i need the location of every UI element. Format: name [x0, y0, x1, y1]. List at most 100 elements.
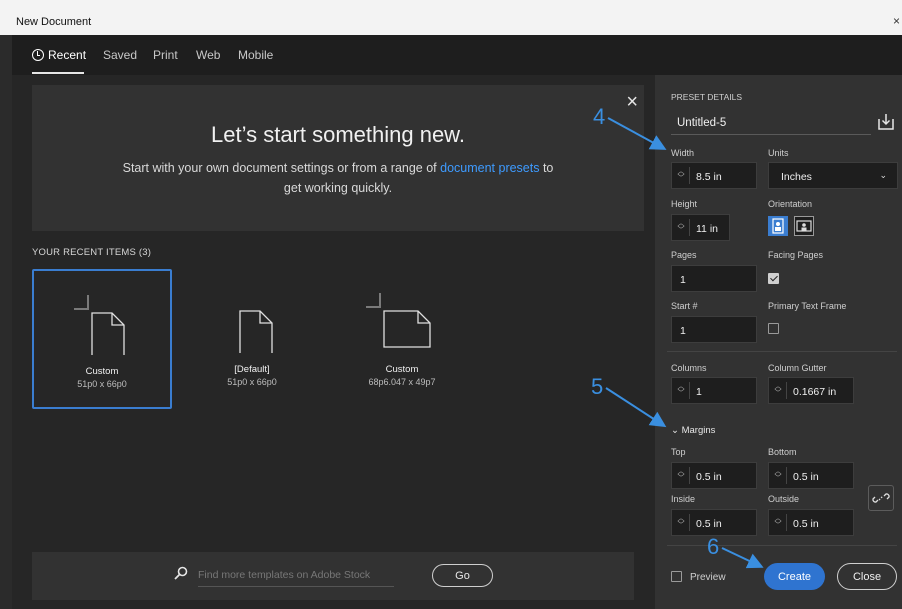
- stepper-icon[interactable]: ︿ ﹀: [774, 515, 782, 529]
- units-dropdown[interactable]: Inches ⌄: [768, 162, 898, 189]
- recent-item-name: [Default]: [234, 364, 270, 375]
- facing-pages-checkbox[interactable]: [768, 273, 779, 284]
- columns-value: 1: [696, 386, 702, 398]
- preset-name-field[interactable]: Untitled-5: [671, 109, 871, 135]
- chevron-down-icon: ⌄: [879, 170, 887, 180]
- margins-toggle[interactable]: ⌄ Margins: [671, 425, 715, 436]
- bottom-margin-value: 0.5 in: [793, 471, 819, 483]
- preset-details-panel: PRESET DETAILS Untitled-5 Width ︿ ﹀ 8.5 i…: [655, 75, 902, 609]
- units-value: Inches: [781, 171, 812, 183]
- recent-item-card[interactable]: [Default] 51p0 x 66p0: [182, 269, 322, 409]
- columns-field[interactable]: ︿ ﹀ 1: [671, 377, 757, 404]
- link-margins-button[interactable]: [868, 485, 894, 511]
- divider: [667, 351, 897, 352]
- columns-label: Columns: [671, 363, 707, 373]
- stepper-icon[interactable]: ︿ ﹀: [677, 220, 685, 234]
- top-margin-field[interactable]: ︿ ﹀ 0.5 in: [671, 462, 757, 489]
- stepper-icon[interactable]: ︿ ﹀: [774, 383, 782, 397]
- save-preset-icon[interactable]: [877, 113, 895, 131]
- stepper-icon[interactable]: ︿ ﹀: [677, 168, 685, 182]
- field-divider: [786, 382, 787, 399]
- close-button[interactable]: Close: [837, 563, 897, 590]
- primary-text-frame-checkbox[interactable]: [768, 323, 779, 334]
- outside-margin-field[interactable]: ︿ ﹀ 0.5 in: [768, 509, 854, 536]
- banner-close-button[interactable]: ×: [626, 91, 638, 114]
- tab-saved[interactable]: Saved: [103, 48, 137, 62]
- stock-search-input[interactable]: [198, 563, 394, 587]
- banner-text-start: Start with your own document settings or…: [122, 161, 441, 175]
- tab-recent[interactable]: Recent: [32, 48, 86, 62]
- inside-margin-field[interactable]: ︿ ﹀ 0.5 in: [671, 509, 757, 536]
- recent-item-name: Custom: [85, 366, 119, 377]
- recent-item-name: Custom: [385, 364, 419, 375]
- start-number-field[interactable]: 1: [671, 316, 757, 343]
- start-number-value: 1: [680, 325, 686, 337]
- preview-label: Preview: [690, 572, 726, 583]
- field-divider: [786, 514, 787, 531]
- recent-item-size: 68p6.047 x 49p7: [368, 377, 436, 387]
- document-presets-link[interactable]: document presets: [440, 161, 539, 175]
- document-icon: [74, 295, 134, 358]
- margins-label: Margins: [681, 425, 716, 436]
- top-margin-label: Top: [671, 447, 686, 457]
- callout-number: 4: [593, 104, 606, 129]
- callout-number: 5: [591, 374, 604, 399]
- bottom-margin-field[interactable]: ︿ ﹀ 0.5 in: [768, 462, 854, 489]
- tab-mobile[interactable]: Mobile: [238, 48, 273, 62]
- chevron-down-icon: ⌄: [671, 425, 679, 436]
- callout-number: 6: [707, 534, 720, 559]
- preview-option[interactable]: Preview: [671, 571, 726, 583]
- inside-margin-value: 0.5 in: [696, 518, 722, 530]
- recent-items-heading: YOUR RECENT ITEMS (3): [32, 247, 151, 258]
- outside-margin-label: Outside: [768, 494, 800, 504]
- primary-text-frame-label: Primary Text Frame: [768, 301, 847, 311]
- outside-margin-value: 0.5 in: [793, 518, 819, 530]
- recent-item-size: 51p0 x 66p0: [77, 379, 127, 389]
- pages-field[interactable]: 1: [671, 265, 757, 292]
- banner-text: Start with your own document settings or…: [32, 158, 644, 198]
- document-icon: [222, 293, 282, 356]
- facing-pages-label: Facing Pages: [768, 250, 824, 260]
- landscape-icon: [796, 220, 812, 232]
- field-divider: [786, 467, 787, 484]
- column-gutter-field[interactable]: ︿ ﹀ 0.1667 in: [768, 377, 854, 404]
- stepper-icon[interactable]: ︿ ﹀: [677, 383, 685, 397]
- pages-label: Pages: [671, 250, 697, 260]
- landscape-orientation-button[interactable]: [794, 216, 814, 236]
- stepper-icon[interactable]: ︿ ﹀: [677, 515, 685, 529]
- left-pane: × Let’s start something new. Start with …: [12, 75, 655, 609]
- pages-value: 1: [680, 274, 686, 286]
- banner-text-to: to: [539, 161, 554, 175]
- field-divider: [689, 467, 690, 484]
- units-label: Units: [768, 148, 789, 158]
- column-gutter-label: Column Gutter: [768, 363, 827, 373]
- preview-checkbox[interactable]: [671, 571, 682, 582]
- divider: [667, 545, 897, 546]
- field-divider: [689, 514, 690, 531]
- preset-details-heading: PRESET DETAILS: [671, 92, 743, 102]
- document-icon: [366, 293, 440, 353]
- portrait-orientation-button[interactable]: [768, 216, 788, 236]
- tab-web[interactable]: Web: [196, 48, 220, 62]
- window-title: New Document: [16, 16, 92, 28]
- recent-items-label: YOUR RECENT ITEMS: [32, 247, 137, 258]
- width-field[interactable]: ︿ ﹀ 8.5 in: [671, 162, 757, 189]
- go-button[interactable]: Go: [432, 564, 493, 587]
- create-button[interactable]: Create: [764, 563, 825, 590]
- clock-icon: [32, 49, 44, 61]
- window-close-button[interactable]: ×: [893, 14, 900, 28]
- recent-item-card[interactable]: Custom 51p0 x 66p0: [32, 269, 172, 409]
- tab-print[interactable]: Print: [153, 48, 178, 62]
- welcome-banner: × Let’s start something new. Start with …: [32, 85, 644, 231]
- width-value: 8.5 in: [696, 171, 722, 183]
- orientation-label: Orientation: [768, 199, 813, 209]
- adobe-stock-search-bar: Go: [32, 552, 634, 600]
- height-label: Height: [671, 199, 698, 209]
- recent-item-card[interactable]: Custom 68p6.047 x 49p7: [332, 269, 472, 409]
- stepper-icon[interactable]: ︿ ﹀: [677, 468, 685, 482]
- unlink-icon: [872, 493, 890, 503]
- height-field[interactable]: ︿ ﹀ 11 in: [671, 214, 730, 241]
- field-divider: [689, 167, 690, 184]
- stepper-icon[interactable]: ︿ ﹀: [774, 468, 782, 482]
- recent-item-size: 51p0 x 66p0: [227, 377, 277, 387]
